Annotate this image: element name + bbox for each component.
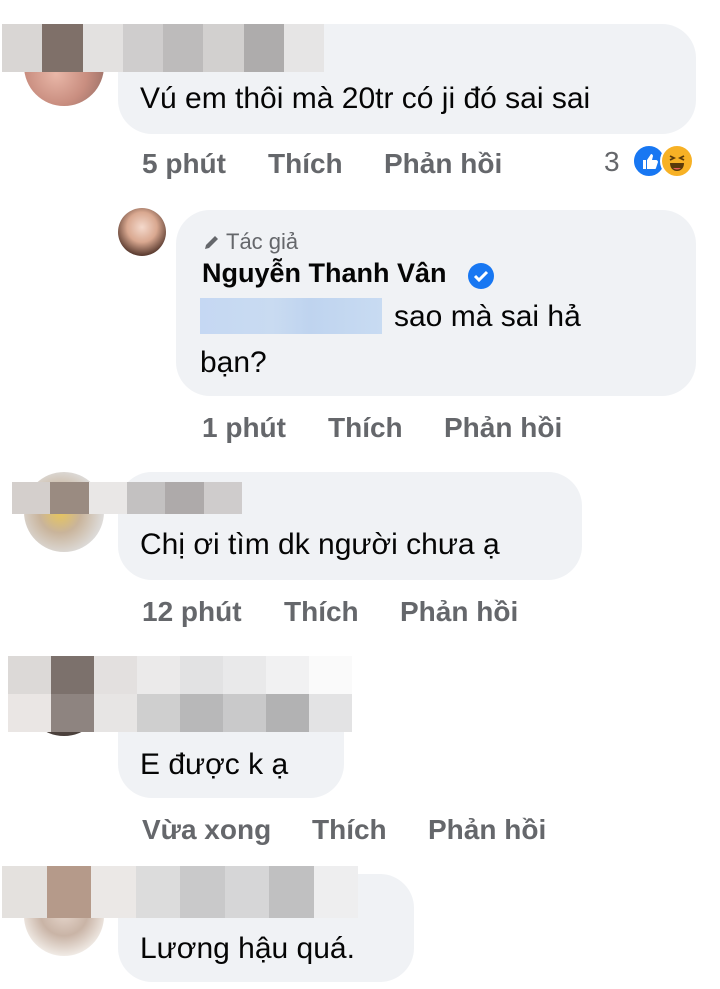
comment-actions: 1 phút Thích Phản hồi	[202, 412, 602, 448]
author-badge-label: Tác giả	[226, 229, 299, 254]
like-button[interactable]: Thích	[268, 148, 343, 180]
comment-actions: Vừa xong Thích Phản hồi	[142, 814, 582, 850]
author-badge: Tác giả	[202, 229, 298, 255]
author-name[interactable]: Nguyễn Thanh Vân	[202, 258, 447, 289]
author-avatar[interactable]	[118, 208, 166, 256]
blurred-mention-tag[interactable]	[200, 298, 382, 334]
reply-button[interactable]: Phản hồi	[428, 814, 546, 846]
comment-actions: 5 phút Thích Phản hồi	[142, 148, 542, 184]
comment-text-line2: bạn?	[200, 346, 267, 379]
comment-text: Lương hậu quá.	[140, 932, 355, 965]
reaction-count: 3	[604, 146, 620, 177]
comment-text: Vú em thôi mà 20tr có ji đó sai sai	[140, 82, 591, 115]
like-button[interactable]: Thích	[284, 596, 359, 628]
like-button[interactable]: Thích	[328, 412, 403, 444]
like-button[interactable]: Thích	[312, 814, 387, 846]
comment-time[interactable]: 1 phút	[202, 412, 286, 444]
comment-time[interactable]: Vừa xong	[142, 814, 271, 846]
blurred-commenter-name	[2, 866, 358, 918]
comment-text-line1: sao mà sai hả	[394, 300, 581, 333]
comment-text: E được k ạ	[140, 748, 289, 781]
reply-button[interactable]: Phản hồi	[444, 412, 562, 444]
haha-icon	[660, 144, 694, 178]
pencil-icon	[205, 236, 218, 249]
blurred-commenter-name	[2, 24, 324, 72]
verified-badge-icon	[468, 263, 494, 289]
comment-time[interactable]: 12 phút	[142, 596, 242, 628]
reply-button[interactable]: Phản hồi	[384, 148, 502, 180]
comment-actions: 12 phút Thích Phản hồi	[142, 596, 562, 632]
blurred-commenter-name	[12, 482, 242, 514]
reply-button[interactable]: Phản hồi	[400, 596, 518, 628]
comment-time[interactable]: 5 phút	[142, 148, 226, 180]
comment-text: Chị ơi tìm dk người chưa ạ	[140, 528, 500, 561]
blurred-commenter-name	[8, 656, 352, 732]
